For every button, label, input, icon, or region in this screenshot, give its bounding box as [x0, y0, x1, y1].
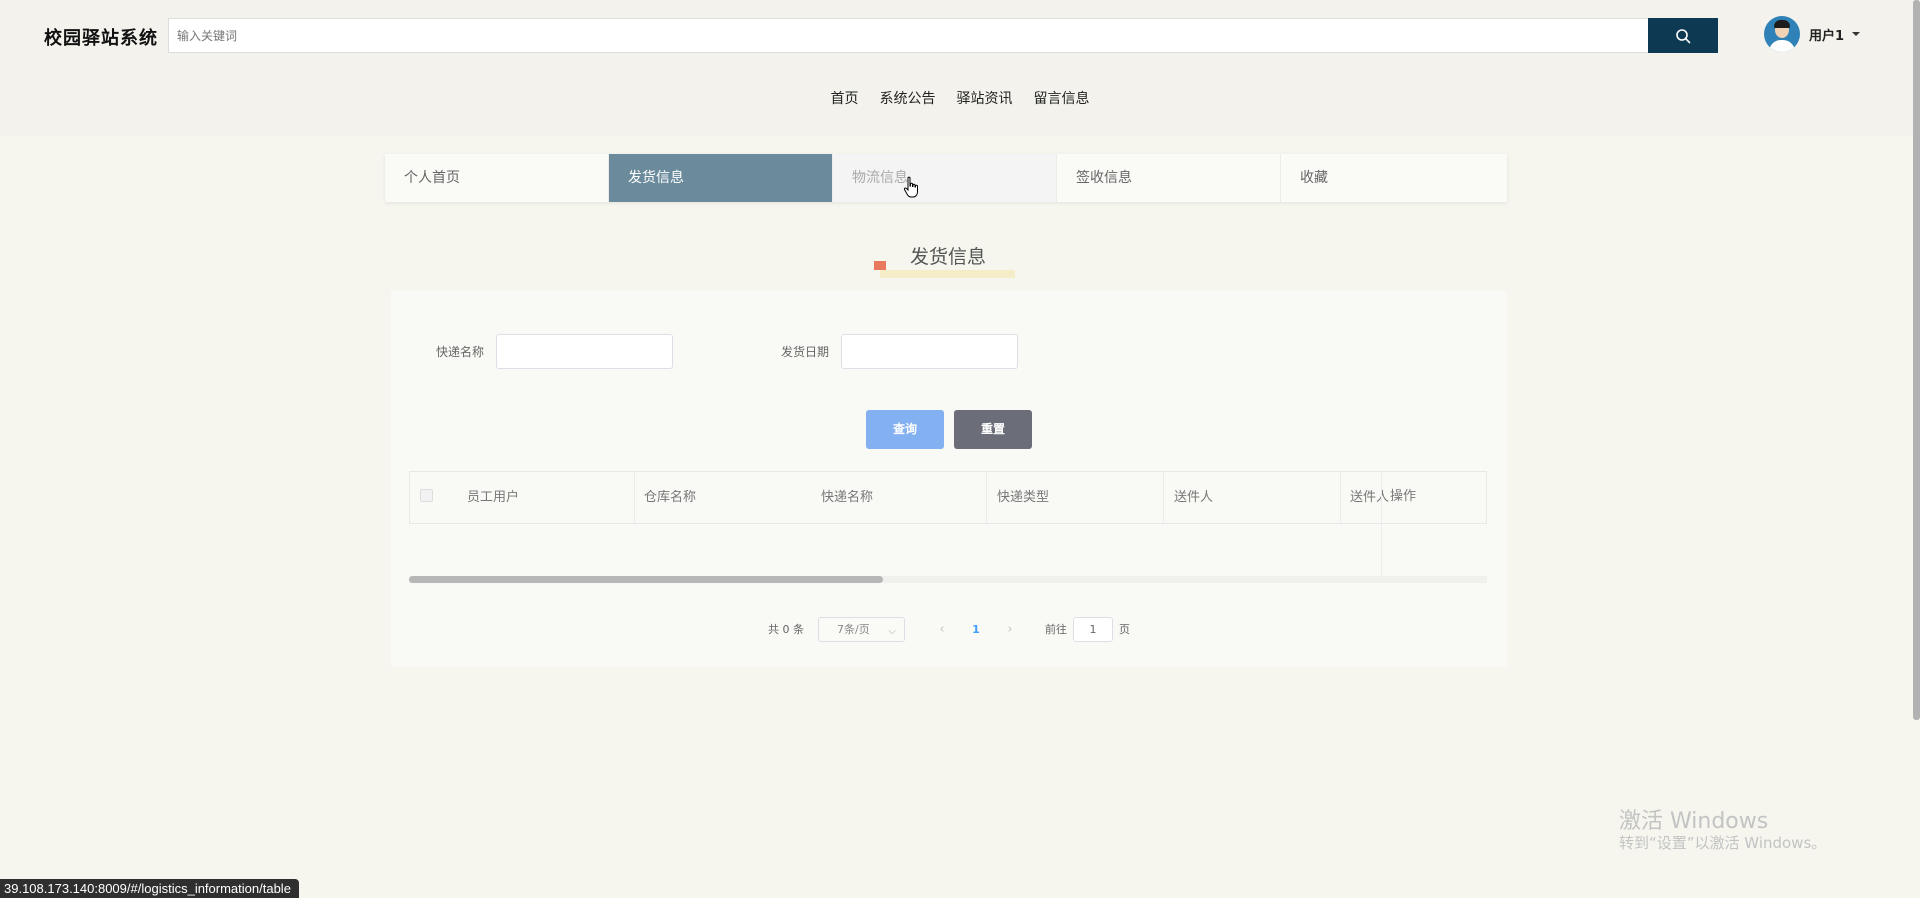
- page-number-current[interactable]: 1: [959, 623, 993, 636]
- chevron-down-icon: ⌵: [888, 625, 896, 637]
- caret-down-icon: [1852, 32, 1861, 36]
- column-header-sender[interactable]: 送件人: [1174, 472, 1213, 523]
- app-title: 校园驿站系统: [44, 28, 158, 49]
- prev-page-button[interactable]: ‹: [925, 622, 959, 637]
- table-scrollbar[interactable]: [409, 576, 1487, 583]
- tab-signed[interactable]: 签收信息: [1057, 154, 1281, 202]
- user-menu[interactable]: 用户1: [1764, 16, 1861, 52]
- tab-favorites[interactable]: 收藏: [1281, 154, 1505, 202]
- total-count: 共 0 条: [768, 623, 804, 636]
- filter-label-express-name: 快递名称: [436, 345, 485, 359]
- goto-page-input[interactable]: 1: [1073, 616, 1113, 642]
- search-input[interactable]: [169, 19, 1648, 52]
- table-scrollbar-thumb[interactable]: [409, 576, 883, 583]
- title-mark: [874, 261, 886, 270]
- page-scrollbar[interactable]: [1913, 0, 1920, 720]
- tab-logistics[interactable]: 物流信息: [833, 154, 1057, 202]
- pagination: 共 0 条 7条/页 ⌵ ‹ 1 › 前往 1 页: [391, 616, 1507, 642]
- column-header-warehouse[interactable]: 仓库名称: [644, 472, 696, 523]
- query-button[interactable]: 查询: [866, 410, 944, 449]
- column-header-express-type[interactable]: 快递类型: [997, 472, 1049, 523]
- nav-item-messages[interactable]: 留言信息: [1034, 88, 1090, 108]
- hand-cursor-icon: [903, 176, 918, 198]
- status-bar-url: 39.108.173.140:8009/#/logistics_informat…: [0, 879, 299, 898]
- select-all-checkbox[interactable]: [420, 489, 433, 502]
- main-nav: 首页 系统公告 驿站资讯 留言信息: [0, 88, 1920, 108]
- tab-shipping[interactable]: 发货信息: [609, 154, 833, 202]
- nav-item-news[interactable]: 驿站资讯: [957, 88, 1013, 108]
- goto-label: 前往: [1045, 623, 1067, 636]
- ship-date-input[interactable]: [841, 334, 1018, 369]
- windows-activation-title: 激活 Windows: [1619, 809, 1769, 834]
- windows-activation-hint: 转到“设置”以激活 Windows。: [1619, 834, 1827, 852]
- tab-profile[interactable]: 个人首页: [385, 154, 609, 202]
- ops-column: 操作: [1381, 471, 1487, 583]
- column-header-staff-user[interactable]: 员工用户: [467, 472, 519, 523]
- express-name-input[interactable]: [496, 334, 673, 369]
- column-header-express-name[interactable]: 快递名称: [821, 472, 873, 523]
- nav-item-home[interactable]: 首页: [831, 88, 859, 108]
- search-icon: [1676, 28, 1691, 43]
- search-box[interactable]: [168, 18, 1648, 53]
- next-page-button[interactable]: ›: [993, 622, 1027, 637]
- data-table: 员工用户 仓库名称 快递名称 快递类型 送件人 送件人: [409, 471, 1487, 524]
- reset-button[interactable]: 重置: [954, 410, 1032, 449]
- center-tabs: 个人首页 发货信息 物流信息 签收信息 收藏: [385, 154, 1507, 202]
- page-title: 发货信息: [910, 246, 987, 268]
- page-unit-label: 页: [1119, 623, 1130, 636]
- title-underline: [880, 270, 1015, 278]
- content-panel: 快递名称 发货日期 查询 重置 员工用户 仓库名称 快递名称 快递类型 送件人 …: [391, 291, 1507, 667]
- page-size-value: 7条/页: [837, 622, 870, 636]
- avatar-icon: [1764, 16, 1800, 52]
- column-header-ops: 操作: [1390, 489, 1417, 504]
- header: 校园驿站系统 用户1 首页 系统公告 驿站资讯 留言信息: [0, 0, 1920, 136]
- search-button[interactable]: [1648, 18, 1718, 53]
- filter-label-ship-date: 发货日期: [781, 345, 830, 359]
- user-name: 用户1: [1809, 28, 1845, 44]
- nav-item-announcements[interactable]: 系统公告: [880, 88, 936, 108]
- page-size-select[interactable]: 7条/页 ⌵: [818, 616, 905, 642]
